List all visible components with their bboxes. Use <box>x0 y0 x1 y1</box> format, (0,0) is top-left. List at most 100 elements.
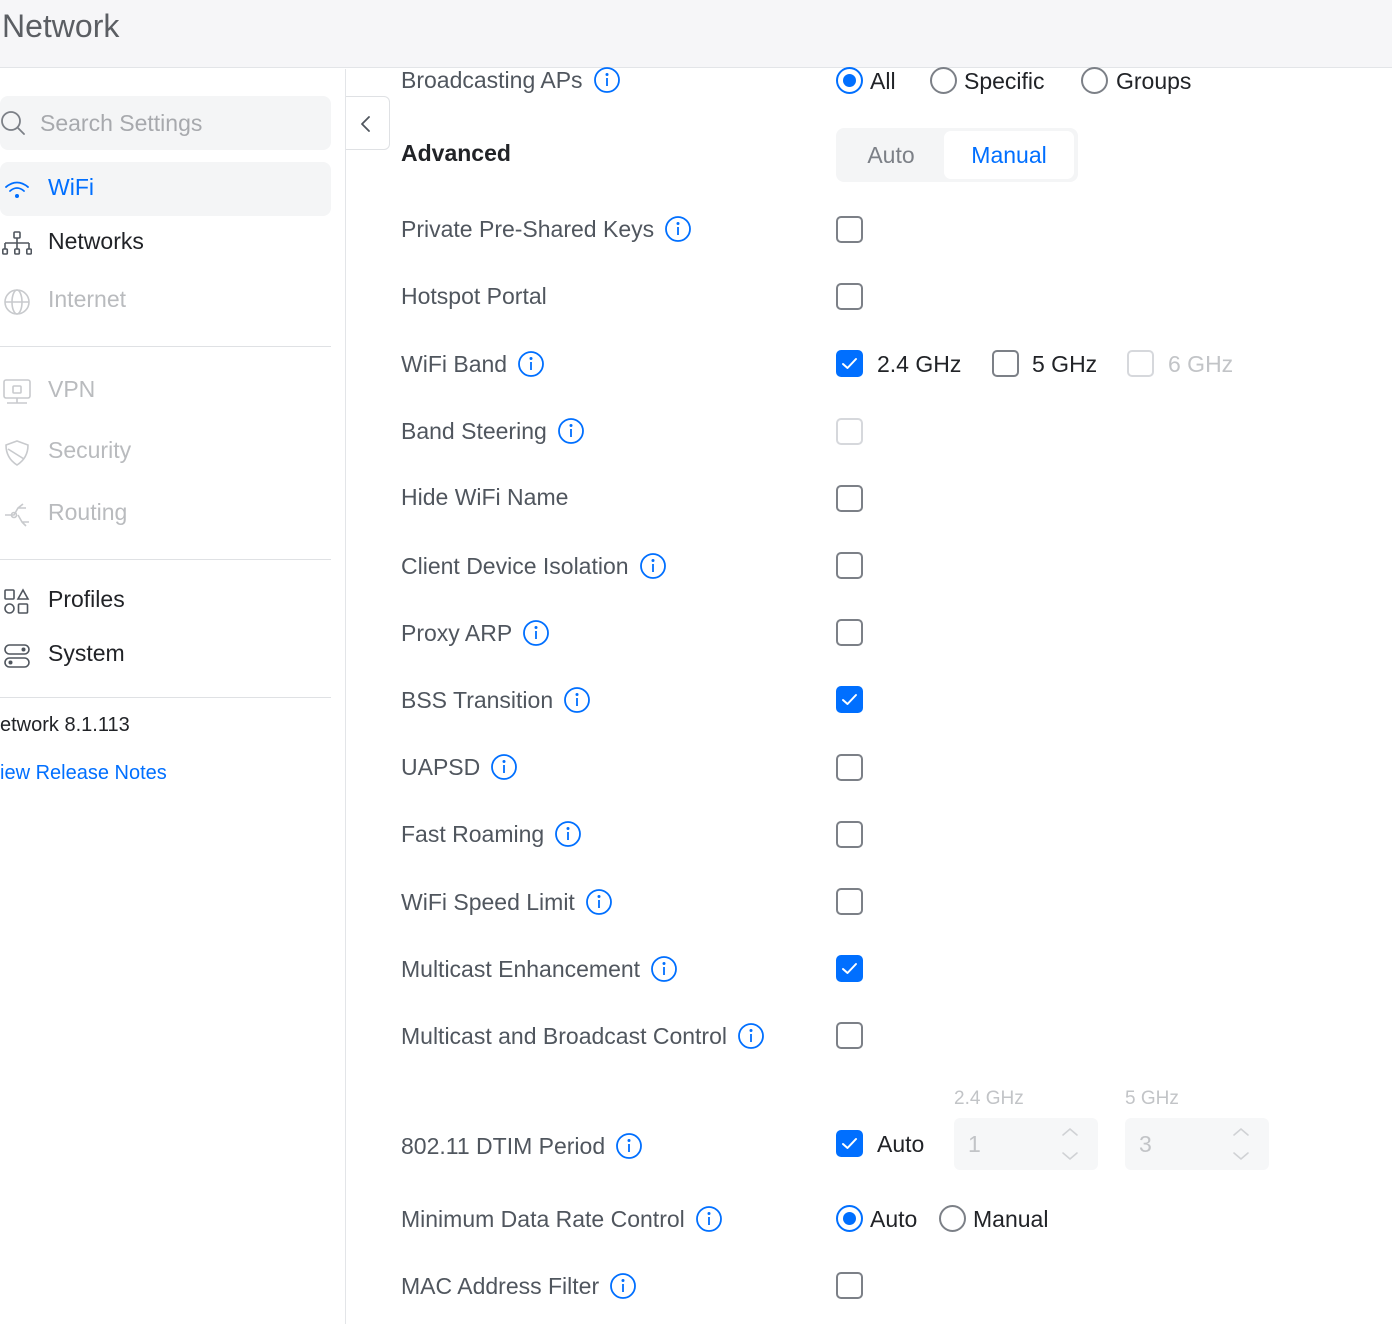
min-data-rate-manual-label: Manual <box>973 1206 1049 1232</box>
sidebar-divider <box>0 346 331 347</box>
info-icon[interactable] <box>609 1272 637 1300</box>
wifi-icon <box>5 181 29 198</box>
broadcasting-groups-radio[interactable] <box>1081 67 1108 94</box>
collapse-sidebar-button[interactable] <box>346 96 390 150</box>
sidebar-item-label: VPN <box>48 376 96 402</box>
shield-icon <box>5 440 29 466</box>
mac-filter-label: MAC Address Filter <box>401 1272 637 1300</box>
dtim-auto-checkbox[interactable] <box>836 1130 863 1157</box>
advanced-auto-button[interactable]: Auto <box>840 131 942 179</box>
sidebar-item-profiles[interactable]: Profiles <box>0 574 331 628</box>
broadcasting-specific-label: Specific <box>964 68 1045 94</box>
sidebar-item-vpn[interactable]: VPN <box>0 364 331 418</box>
chevron-left-icon <box>361 116 370 132</box>
speed-limit-label: WiFi Speed Limit <box>401 888 613 916</box>
proxy-arp-label: Proxy ARP <box>401 619 550 647</box>
band-steering-checkbox[interactable] <box>836 418 863 445</box>
sidebar-divider <box>0 697 331 698</box>
advanced-label: Advanced <box>401 140 511 166</box>
info-icon[interactable] <box>650 955 678 983</box>
sidebar-item-internet[interactable]: Internet <box>0 274 331 328</box>
client-isolation-checkbox[interactable] <box>836 552 863 579</box>
stepper-arrows-icon[interactable] <box>1231 1124 1251 1164</box>
advanced-mode-toggle: Auto Manual <box>836 128 1078 182</box>
search-icon <box>1 111 25 135</box>
info-icon[interactable] <box>490 753 518 781</box>
info-icon[interactable] <box>585 888 613 916</box>
wifi-band-5-label: 5 GHz <box>1032 351 1098 377</box>
info-icon[interactable] <box>557 417 585 445</box>
profiles-icon <box>4 588 30 614</box>
dtim-period-label: 802.11 DTIM Period <box>401 1132 643 1160</box>
dtim-24-input[interactable] <box>968 1118 1058 1170</box>
dtim-5-stepper <box>1125 1118 1269 1170</box>
sidebar-item-wifi[interactable]: WiFi <box>0 162 331 216</box>
release-notes-link[interactable]: iew Release Notes <box>0 762 167 785</box>
dtim-5-input[interactable] <box>1139 1118 1229 1170</box>
dtim-5-band-label: 5 GHz <box>1125 1088 1179 1109</box>
sidebar-item-label: Security <box>48 437 132 463</box>
check-icon <box>842 358 857 369</box>
system-icon <box>4 644 30 668</box>
search-input[interactable] <box>40 96 320 150</box>
client-isolation-label: Client Device Isolation <box>401 552 667 580</box>
app-title: Network <box>2 8 120 44</box>
multicast-enhancement-checkbox[interactable] <box>836 955 863 982</box>
info-icon[interactable] <box>522 619 550 647</box>
info-icon[interactable] <box>593 66 621 94</box>
info-icon[interactable] <box>615 1132 643 1160</box>
info-icon[interactable] <box>664 215 692 243</box>
stepper-arrows-icon[interactable] <box>1060 1124 1080 1164</box>
check-icon <box>842 963 857 974</box>
sidebar-item-label: WiFi <box>48 174 94 200</box>
multicast-enhancement-label: Multicast Enhancement <box>401 955 678 983</box>
speed-limit-checkbox[interactable] <box>836 888 863 915</box>
advanced-manual-button[interactable]: Manual <box>944 131 1074 179</box>
sidebar: WiFi Networks Internet VPN <box>0 69 346 1324</box>
band-steering-label: Band Steering <box>401 417 585 445</box>
info-icon[interactable] <box>695 1205 723 1233</box>
private-psk-checkbox[interactable] <box>836 216 863 243</box>
sidebar-item-label: Profiles <box>48 586 125 612</box>
hide-wifi-name-checkbox[interactable] <box>836 485 863 512</box>
wifi-band-5-checkbox[interactable] <box>992 350 1019 377</box>
sidebar-item-label: Routing <box>48 499 128 525</box>
search-box[interactable] <box>0 96 331 150</box>
info-icon[interactable] <box>737 1022 765 1050</box>
broadcasting-all-radio[interactable] <box>836 67 863 94</box>
info-icon[interactable] <box>639 552 667 580</box>
check-icon <box>842 1138 857 1149</box>
info-icon[interactable] <box>554 820 582 848</box>
sidebar-item-label: Internet <box>48 286 126 312</box>
bss-transition-checkbox[interactable] <box>836 686 863 713</box>
broadcasting-specific-radio[interactable] <box>930 67 957 94</box>
broadcasting-groups-label: Groups <box>1116 68 1192 94</box>
min-data-rate-auto-label: Auto <box>870 1206 918 1232</box>
sidebar-item-security[interactable]: Security <box>0 425 331 479</box>
sidebar-item-label: System <box>48 640 125 666</box>
proxy-arp-checkbox[interactable] <box>836 619 863 646</box>
uapsd-checkbox[interactable] <box>836 754 863 781</box>
dtim-auto-label: Auto <box>877 1131 925 1157</box>
sidebar-item-label: Networks <box>48 228 144 254</box>
multicast-broadcast-control-label: Multicast and Broadcast Control <box>401 1022 765 1050</box>
hotspot-portal-checkbox[interactable] <box>836 283 863 310</box>
top-bar: Network <box>0 0 1392 68</box>
multicast-broadcast-control-checkbox[interactable] <box>836 1022 863 1049</box>
sidebar-item-system[interactable]: System <box>0 628 331 682</box>
network-topology-icon <box>2 231 32 255</box>
sidebar-item-routing[interactable]: Routing <box>0 487 331 541</box>
mac-filter-checkbox[interactable] <box>836 1272 863 1299</box>
info-icon[interactable] <box>563 686 591 714</box>
wifi-band-6-checkbox[interactable] <box>1127 350 1154 377</box>
wifi-band-24-checkbox[interactable] <box>836 350 863 377</box>
broadcasting-aps-label: Broadcasting APs <box>401 66 621 94</box>
min-data-rate-auto-radio[interactable] <box>836 1205 863 1232</box>
sidebar-item-networks[interactable]: Networks <box>0 216 331 270</box>
info-icon[interactable] <box>517 350 545 378</box>
routing-icon <box>5 503 29 527</box>
min-data-rate-manual-radio[interactable] <box>939 1205 966 1232</box>
fast-roaming-label: Fast Roaming <box>401 820 582 848</box>
broadcasting-all-label: All <box>870 68 896 94</box>
fast-roaming-checkbox[interactable] <box>836 821 863 848</box>
